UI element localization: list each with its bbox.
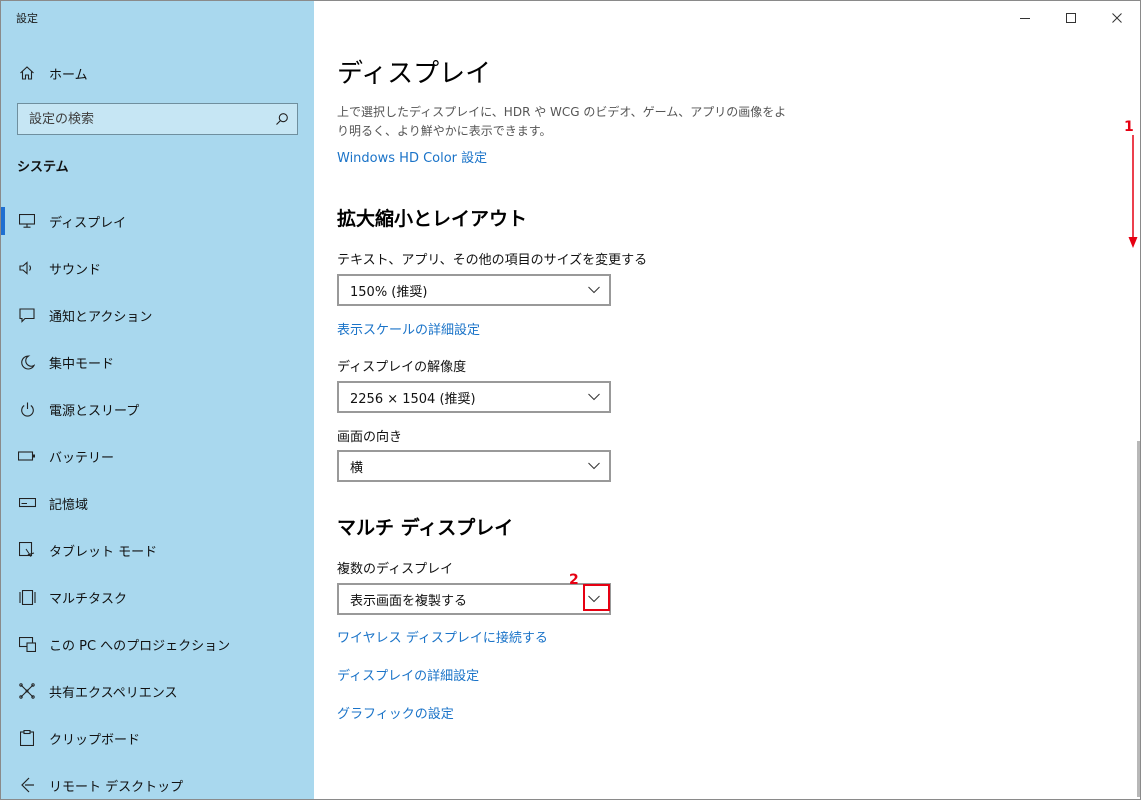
sidebar-item-2[interactable]: サウンド xyxy=(1,248,314,288)
hdr-color-settings-link[interactable]: Windows HD Color 設定 xyxy=(337,147,487,166)
minimize-icon xyxy=(1020,8,1030,27)
sidebar-item-label: 共有エクスペリエンス xyxy=(49,685,178,701)
chevron-down-icon xyxy=(579,276,609,304)
graphics-settings-link[interactable]: グラフィックの設定 xyxy=(337,703,454,722)
annotation-step-1: 1 xyxy=(1124,119,1134,135)
sidebar: 設定 ホーム システム ディスプレイサウンド通知とアクション集中モード電源とスリ… xyxy=(1,1,314,799)
shared-experience-icon xyxy=(17,681,37,701)
window-controls xyxy=(1002,1,1140,33)
scrollbar[interactable] xyxy=(1137,441,1140,797)
text-size-select[interactable]: 150% (推奨) xyxy=(337,274,611,306)
wireless-display-link[interactable]: ワイヤレス ディスプレイに接続する xyxy=(337,627,548,646)
minimize-button[interactable] xyxy=(1002,1,1048,33)
annotation-arrow-down xyxy=(1128,135,1138,248)
sidebar-item-5[interactable]: 電源とスリープ xyxy=(1,389,314,429)
sidebar-item-label: この PC へのプロジェクション xyxy=(49,638,231,654)
sidebar-item-13[interactable]: リモート デスクトップ xyxy=(1,765,314,799)
tablet-mode-icon xyxy=(17,540,37,560)
notification-icon xyxy=(17,305,37,325)
settings-window: 設定 ホーム システム ディスプレイサウンド通知とアクション集中モード電源とスリ… xyxy=(0,0,1141,800)
speaker-icon xyxy=(17,258,37,278)
orientation-label: 画面の向き xyxy=(337,430,403,445)
search-icon[interactable] xyxy=(267,104,297,134)
maximize-button[interactable] xyxy=(1048,1,1094,33)
power-icon xyxy=(17,399,37,419)
close-icon xyxy=(1112,8,1122,27)
sidebar-item-label: 記憶域 xyxy=(49,497,89,513)
remote-desktop-icon xyxy=(17,775,37,795)
sidebar-item-12[interactable]: クリップボード xyxy=(1,718,314,758)
orientation-select[interactable]: 横 xyxy=(337,450,611,482)
monitor-icon xyxy=(17,211,37,231)
hdr-description: 上で選択したディスプレイに、HDR や WCG のビデオ、ゲーム、アプリの画像を… xyxy=(337,105,787,138)
chevron-down-icon xyxy=(579,452,609,480)
sidebar-item-11[interactable]: 共有エクスペリエンス xyxy=(1,671,314,711)
home-icon xyxy=(17,63,37,83)
maximize-icon xyxy=(1066,8,1076,27)
sidebar-item-label: タブレット モード xyxy=(49,544,158,560)
projection-icon xyxy=(17,634,37,654)
sidebar-item-6[interactable]: バッテリー xyxy=(1,436,314,476)
sidebar-item-label: マルチタスク xyxy=(49,591,128,607)
storage-icon xyxy=(17,493,37,513)
text-size-value: 150% (推奨) xyxy=(350,284,428,300)
sidebar-item-label: ホーム xyxy=(49,67,88,83)
sidebar-item-1[interactable]: ディスプレイ xyxy=(1,201,314,241)
sidebar-item-label: リモート デスクトップ xyxy=(49,779,184,795)
sidebar-item-label: 電源とスリープ xyxy=(49,403,140,419)
sidebar-item-label: サウンド xyxy=(49,262,102,278)
sidebar-item-3[interactable]: 通知とアクション xyxy=(1,295,314,335)
sidebar-item-4[interactable]: 集中モード xyxy=(1,342,314,382)
multitask-icon xyxy=(17,587,37,607)
text-size-label: テキスト、アプリ、その他の項目のサイズを変更する xyxy=(337,253,648,268)
sidebar-item-10[interactable]: この PC へのプロジェクション xyxy=(1,624,314,664)
multi-display-label: 複数のディスプレイ xyxy=(337,562,454,577)
advanced-scaling-link[interactable]: 表示スケールの詳細設定 xyxy=(337,319,480,338)
sidebar-item-8[interactable]: タブレット モード xyxy=(1,530,314,570)
search-box[interactable] xyxy=(17,103,298,135)
resolution-value: 2256 × 1504 (推奨) xyxy=(350,391,476,407)
battery-icon xyxy=(17,446,37,466)
moon-icon xyxy=(17,352,37,372)
multi-display-heading: マルチ ディスプレイ xyxy=(337,517,514,539)
app-title: 設定 xyxy=(16,12,38,25)
clipboard-icon xyxy=(17,728,37,748)
annotation-step-2: 2 xyxy=(569,572,579,588)
sidebar-item-label: ディスプレイ xyxy=(49,215,127,231)
advanced-display-link[interactable]: ディスプレイの詳細設定 xyxy=(337,665,479,684)
scale-layout-heading: 拡大縮小とレイアウト xyxy=(337,208,528,230)
orientation-value: 横 xyxy=(350,460,364,476)
annotation-highlight-box xyxy=(583,584,610,611)
sidebar-item-home[interactable]: ホーム xyxy=(1,53,314,93)
resolution-label: ディスプレイの解像度 xyxy=(337,360,467,375)
sidebar-item-label: 集中モード xyxy=(49,356,115,372)
chevron-down-icon xyxy=(579,383,609,411)
sidebar-section-title: システム xyxy=(17,160,69,175)
sidebar-item-9[interactable]: マルチタスク xyxy=(1,577,314,617)
sidebar-item-7[interactable]: 記憶域 xyxy=(1,483,314,523)
sidebar-item-label: クリップボード xyxy=(49,732,141,748)
sidebar-item-label: 通知とアクション xyxy=(49,309,153,325)
close-button[interactable] xyxy=(1094,1,1140,33)
page-title: ディスプレイ xyxy=(337,59,492,89)
main-content: ディスプレイ 上で選択したディスプレイに、HDR や WCG のビデオ、ゲーム、… xyxy=(314,1,1140,799)
resolution-select[interactable]: 2256 × 1504 (推奨) xyxy=(337,381,611,413)
multi-display-value: 表示画面を複製する xyxy=(350,593,468,609)
search-input[interactable] xyxy=(18,104,267,134)
sidebar-item-label: バッテリー xyxy=(49,450,115,466)
